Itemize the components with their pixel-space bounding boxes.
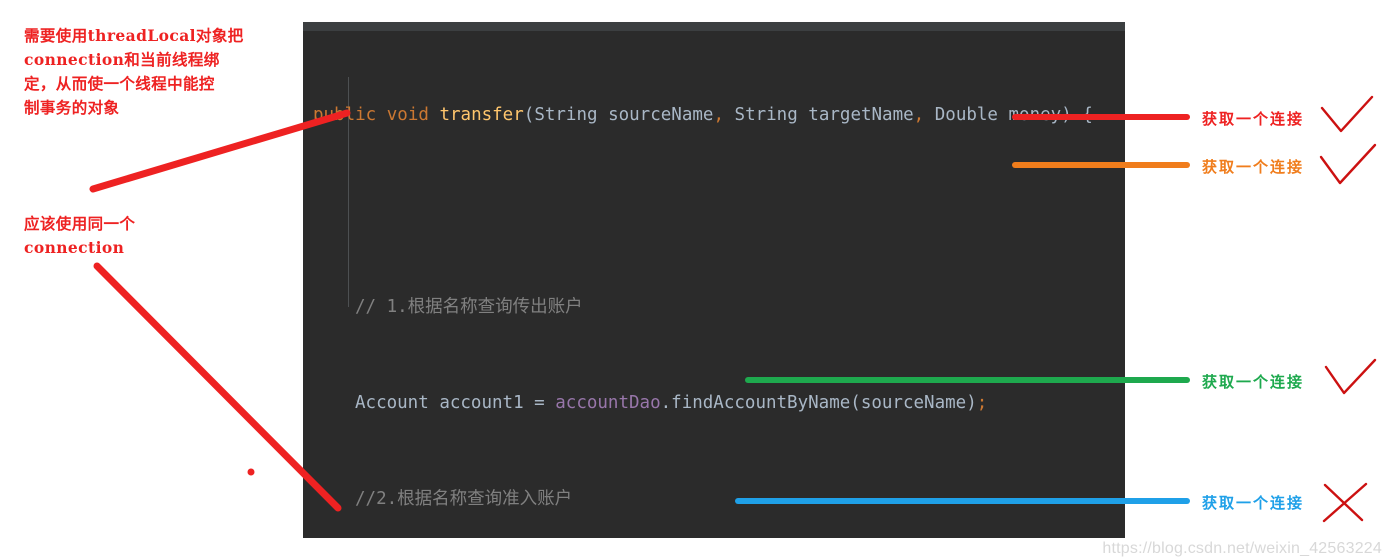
tag-get-connection-orange: 获取一个连接: [1202, 158, 1305, 176]
check-mark-3: [1324, 358, 1377, 395]
tag-get-connection-green: 获取一个连接: [1202, 373, 1305, 391]
annotation-dot: [247, 468, 255, 476]
annotation-note-connection: 应该使用同一个 connection: [24, 214, 136, 257]
code-comment-1: // 1.根据名称查询传出账户: [355, 297, 583, 317]
arrow-connection-to-update2: [93, 262, 342, 512]
tag-get-connection-blue: 获取一个连接: [1202, 494, 1305, 512]
code-editor-panel[interactable]: public void transfer(String sourceName, …: [303, 22, 1125, 538]
connector-line-blue: [735, 498, 1190, 504]
connector-line-green: [745, 377, 1190, 383]
code-content[interactable]: public void transfer(String sourceName, …: [303, 31, 1125, 538]
csdn-watermark: https://blog.csdn.net/weixin_42563224: [1102, 540, 1382, 557]
connector-line-red: [1012, 114, 1190, 120]
cross-mark: [1322, 482, 1368, 523]
editor-top-strip: [303, 22, 1125, 31]
check-mark-1: [1320, 95, 1374, 133]
connector-line-orange: [1012, 162, 1190, 168]
annotation-note-threadlocal: 需要使用threadLocal对象把 connection和当前线程绑 定，从而…: [24, 26, 244, 117]
check-mark-2: [1319, 143, 1377, 185]
tag-get-connection-red: 获取一个连接: [1202, 110, 1305, 128]
screenshot-canvas: public void transfer(String sourceName, …: [0, 0, 1388, 560]
code-line-signature: public void transfer(String sourceName, …: [313, 105, 1093, 125]
code-line-account1: Account account1 = accountDao.findAccoun…: [355, 393, 988, 413]
